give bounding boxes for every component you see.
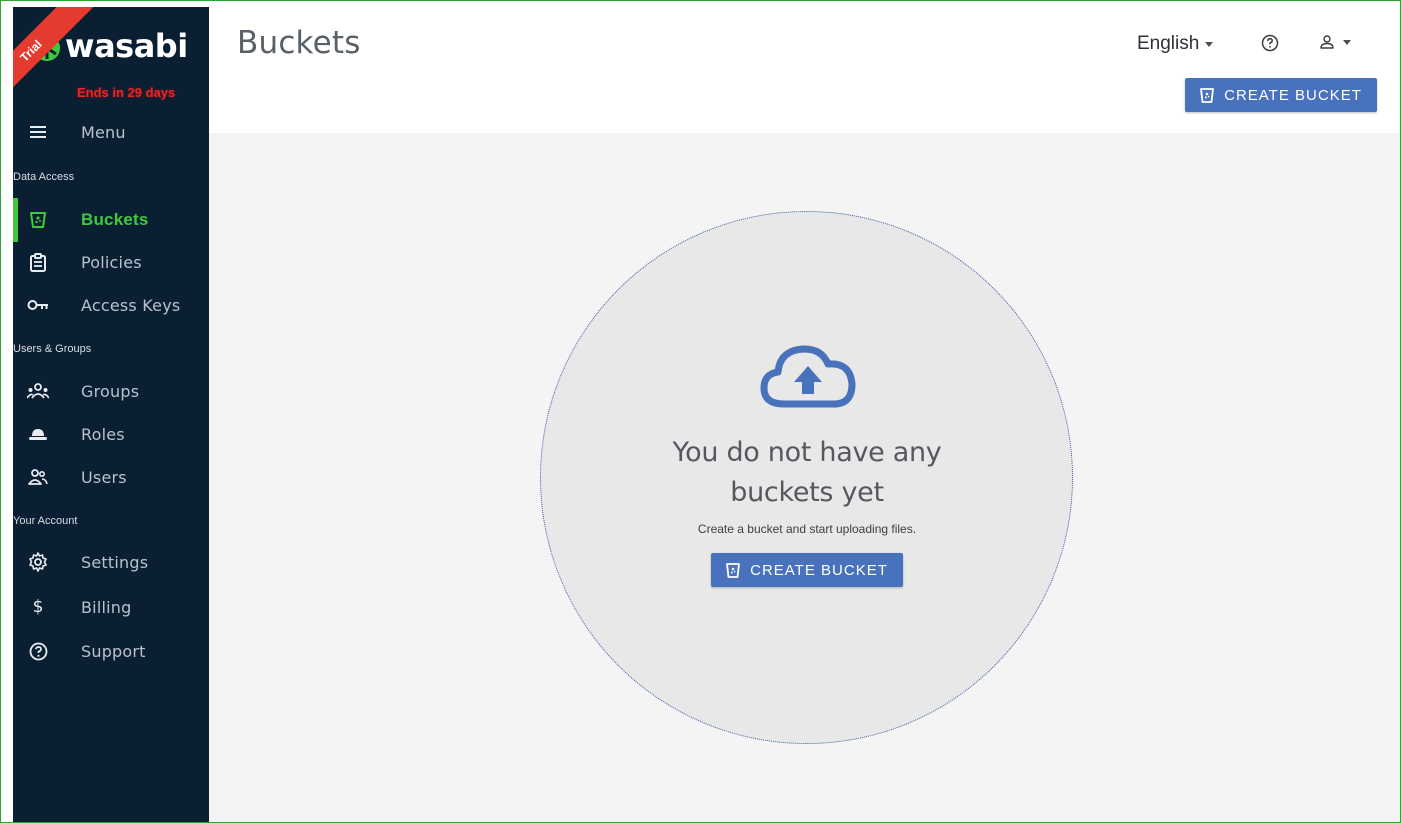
- sidebar-item-users[interactable]: Users: [13, 460, 209, 494]
- section-header-users-groups: Users & Groups: [13, 343, 92, 355]
- sidebar-item-support[interactable]: Support: [13, 634, 209, 668]
- help-circle-icon: [27, 640, 49, 662]
- users-icon: [27, 466, 49, 488]
- help-button[interactable]: [1261, 34, 1281, 54]
- groups-icon: [27, 380, 49, 402]
- section-header-your-account: Your Account: [13, 515, 78, 527]
- cloud-upload-icon: [760, 345, 856, 408]
- sidebar-item-label: Support: [81, 641, 146, 661]
- sidebar-item-groups[interactable]: Groups: [13, 374, 209, 408]
- sidebar-item-label: Access Keys: [81, 295, 181, 315]
- clipboard-icon: [27, 251, 49, 273]
- create-bucket-label: CREATE BUCKET: [750, 561, 888, 579]
- hat-icon: [27, 423, 49, 445]
- app-window: Trial wasabi Ends in 29 days Menu Data A…: [0, 0, 1401, 823]
- sidebar-item-settings[interactable]: Settings: [13, 545, 209, 579]
- wasabi-logo-text: wasabi: [65, 27, 188, 65]
- sidebar-item-policies[interactable]: Policies: [13, 245, 209, 279]
- key-icon: [27, 294, 49, 316]
- sidebar-item-label: Policies: [81, 252, 142, 272]
- create-bucket-button-empty-state[interactable]: CREATE BUCKET: [711, 553, 903, 587]
- empty-state-subtitle: Create a bucket and start uploading file…: [697, 522, 917, 536]
- chevron-down-icon: [1343, 39, 1351, 45]
- bucket-icon: [1200, 87, 1215, 103]
- user-menu-button[interactable]: [1319, 34, 1351, 50]
- section-header-data-access: Data Access: [13, 171, 75, 183]
- gear-icon: [27, 551, 49, 573]
- create-bucket-label: CREATE BUCKET: [1224, 86, 1362, 104]
- page-title: Buckets: [237, 25, 361, 61]
- menu-toggle[interactable]: Menu: [13, 115, 209, 149]
- bucket-icon: [726, 562, 741, 578]
- create-bucket-button[interactable]: CREATE BUCKET: [1185, 78, 1377, 112]
- empty-state-title-line2: buckets yet: [730, 477, 884, 508]
- dollar-icon: $: [32, 597, 44, 617]
- chevron-down-icon: [1205, 41, 1214, 47]
- user-icon: [1320, 35, 1334, 49]
- empty-state-title-line1: You do not have any: [672, 437, 942, 468]
- sidebar-item-label: Users: [81, 467, 127, 487]
- active-indicator: [13, 198, 18, 242]
- language-label: English: [1137, 33, 1200, 54]
- language-selector[interactable]: English: [1137, 33, 1214, 55]
- sidebar-item-label: Roles: [81, 424, 125, 444]
- sidebar-item-label: Buckets: [81, 210, 149, 229]
- sidebar-item-label: Groups: [81, 381, 140, 401]
- sidebar-item-access-keys[interactable]: Access Keys: [13, 288, 209, 322]
- empty-state-title: You do not have any buckets yet: [581, 433, 1033, 513]
- trial-ends-notice: Ends in 29 days: [77, 85, 176, 100]
- sidebar-item-label: Settings: [81, 552, 149, 572]
- sidebar-item-label: Billing: [81, 597, 132, 617]
- menu-label: Menu: [81, 122, 126, 142]
- help-circle-icon: [1261, 34, 1279, 52]
- hamburger-icon: [27, 121, 49, 143]
- sidebar: Trial wasabi Ends in 29 days Menu Data A…: [13, 7, 209, 822]
- bucket-icon: [27, 209, 49, 231]
- sidebar-item-roles[interactable]: Roles: [13, 417, 209, 451]
- sidebar-item-billing[interactable]: $ Billing: [13, 590, 209, 624]
- sidebar-item-buckets[interactable]: Buckets: [13, 198, 209, 242]
